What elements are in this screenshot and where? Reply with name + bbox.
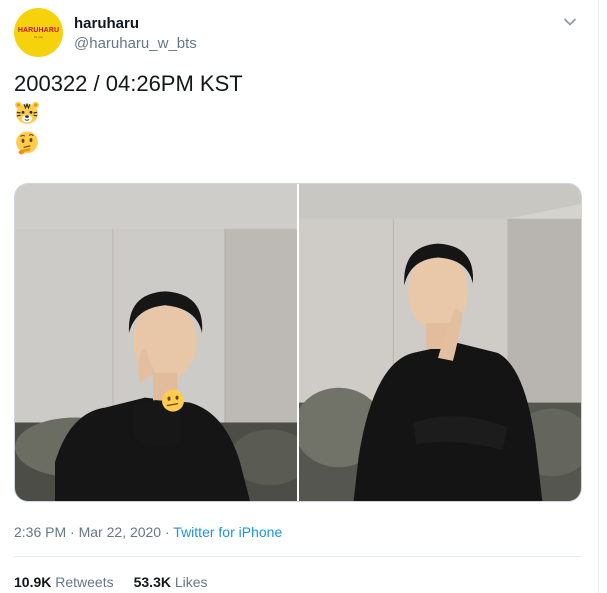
tweet-header: HARUHARU for you haruharu @haruharu_w_bt…	[14, 8, 197, 57]
retweets-count: 10.9K	[14, 574, 52, 590]
tweet-meta: 2:36 PM · Mar 22, 2020 · Twitter for iPh…	[14, 524, 282, 540]
tweet-text-line: 200322 / 04:26PM KST	[14, 71, 243, 96]
emoji-line-2	[14, 128, 243, 158]
user-names: haruharu @haruharu_w_bts	[74, 15, 197, 54]
tweet-source-link[interactable]: Twitter for iPhone	[173, 524, 282, 540]
retweets-stat[interactable]: 10.9K Retweets	[14, 574, 114, 590]
tweet-media[interactable]	[14, 183, 582, 502]
photo-left[interactable]	[15, 184, 299, 501]
photo-right-image	[299, 184, 581, 501]
avatar-logo-text: HARUHARU	[17, 26, 60, 34]
divider	[14, 556, 582, 557]
tweet-text: 200322 / 04:26PM KST	[14, 70, 243, 158]
meta-separator: ·	[66, 524, 79, 540]
avatar-logo-subtext: for you	[33, 34, 44, 39]
photo-right[interactable]	[299, 184, 581, 501]
chevron-down-icon[interactable]	[562, 14, 578, 30]
tiger-face-emoji	[15, 101, 39, 125]
retweets-label: Retweets	[55, 574, 114, 590]
tweet-stats: 10.9K Retweets 53.3K Likes	[14, 574, 208, 590]
avatar[interactable]: HARUHARU for you	[14, 8, 63, 57]
emoji-line-1	[14, 98, 243, 128]
photo-left-image	[15, 184, 297, 501]
display-name[interactable]: haruharu	[74, 15, 197, 33]
thinking-face-emoji	[16, 131, 38, 155]
user-handle[interactable]: @haruharu_w_bts	[74, 34, 197, 54]
likes-stat[interactable]: 53.3K Likes	[134, 574, 208, 590]
likes-count: 53.3K	[133, 574, 171, 590]
tweet-date[interactable]: Mar 22, 2020	[79, 524, 162, 540]
likes-label: Likes	[174, 574, 208, 590]
tweet-card: HARUHARU for you haruharu @haruharu_w_bt…	[0, 0, 599, 593]
tweet-time[interactable]: 2:36 PM	[14, 524, 66, 540]
meta-separator: ·	[161, 524, 174, 540]
